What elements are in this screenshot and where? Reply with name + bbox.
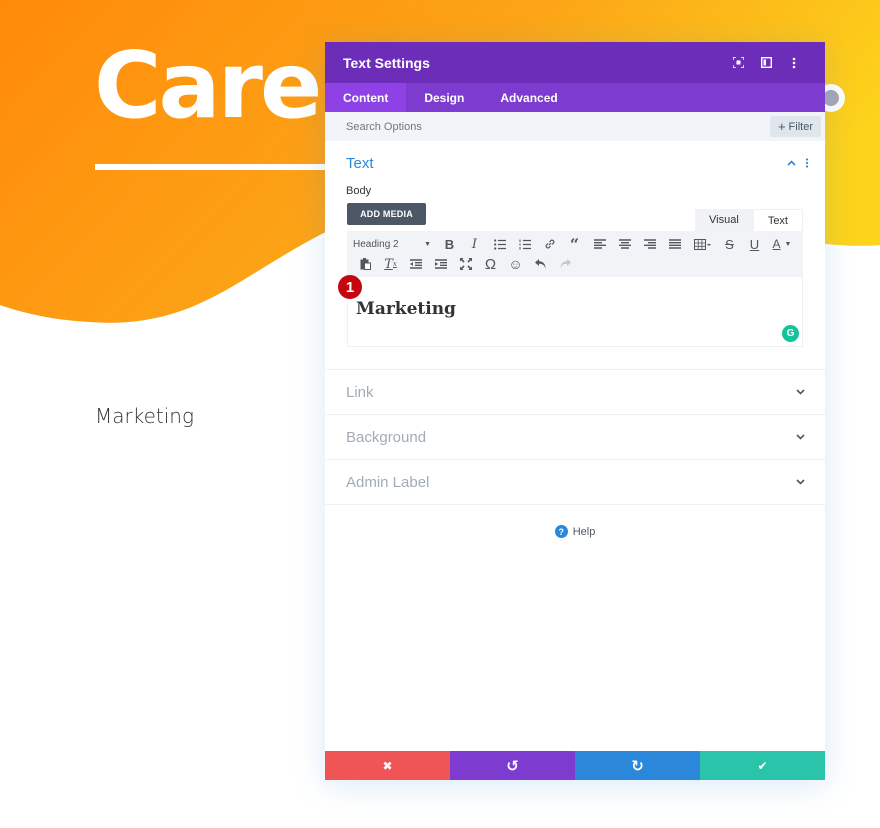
- underline-icon[interactable]: U: [742, 234, 767, 254]
- text-section: Text Body ADD MEDIA Visual Text Heading …: [325, 141, 825, 370]
- editor-toolbar: Heading 2 ▼ B I “ S U A ▼ T x Ω ☺: [347, 231, 803, 277]
- editor-mode-tabs: Visual Text: [695, 209, 803, 231]
- align-justify-icon[interactable]: [662, 234, 687, 254]
- toggle-icon: [823, 90, 839, 106]
- page-canvas: Care Marketing Text Settings Content Des…: [0, 0, 880, 828]
- redo-icon[interactable]: [553, 254, 578, 274]
- link-section[interactable]: Link: [325, 370, 825, 415]
- text-color-icon[interactable]: A ▼: [767, 234, 797, 254]
- undo-arrow-icon: ↺: [506, 757, 519, 775]
- hero-divider: [95, 164, 335, 170]
- admin-label-section[interactable]: Admin Label: [325, 460, 825, 505]
- chevron-down-icon: [796, 479, 805, 485]
- link-section-title: Link: [346, 383, 374, 401]
- format-select-value: Heading 2: [353, 238, 399, 250]
- align-left-icon[interactable]: [587, 234, 612, 254]
- cancel-button[interactable]: ✖: [325, 751, 450, 780]
- grammarly-icon[interactable]: G: [782, 325, 799, 342]
- italic-icon[interactable]: I: [462, 234, 487, 254]
- sidebar-layout-icon[interactable]: [753, 53, 779, 73]
- paste-text-icon[interactable]: [353, 254, 378, 274]
- special-character-icon[interactable]: Ω: [478, 254, 503, 274]
- strikethrough-icon[interactable]: S: [717, 234, 742, 254]
- search-options-input[interactable]: [346, 120, 770, 133]
- plus-icon: +: [777, 119, 786, 134]
- tab-advanced[interactable]: Advanced: [482, 83, 575, 112]
- tab-design[interactable]: Design: [406, 83, 482, 112]
- align-right-icon[interactable]: [637, 234, 662, 254]
- add-media-button[interactable]: ADD MEDIA: [347, 203, 426, 225]
- admin-label-section-title: Admin Label: [346, 473, 430, 491]
- table-icon[interactable]: [687, 234, 717, 254]
- indent-icon[interactable]: [428, 254, 453, 274]
- clear-formatting-icon[interactable]: Tx: [378, 254, 403, 274]
- blockquote-icon[interactable]: “: [562, 234, 587, 254]
- tab-content[interactable]: Content: [325, 83, 407, 112]
- editor-area[interactable]: 1 Marketing G: [338, 275, 803, 347]
- modal-tabs: Content Design Advanced: [325, 83, 825, 112]
- search-row: + Filter: [325, 112, 825, 141]
- editor-content[interactable]: Marketing: [356, 299, 456, 319]
- background-section[interactable]: Background: [325, 415, 825, 460]
- filter-label: Filter: [788, 120, 813, 133]
- page-marketing-text: Marketing: [95, 404, 194, 428]
- save-button[interactable]: ✔: [700, 751, 825, 780]
- modal-title: Text Settings: [343, 54, 430, 71]
- background-section-title: Background: [346, 428, 427, 446]
- text-settings-modal: Text Settings Content Design Advanced + …: [325, 42, 825, 780]
- format-select[interactable]: Heading 2 ▼: [353, 239, 437, 250]
- modal-header: Text Settings: [325, 42, 825, 83]
- hero-title: Care: [94, 32, 322, 139]
- step-badge: 1: [338, 275, 362, 299]
- expand-icon[interactable]: [725, 53, 751, 73]
- align-center-icon[interactable]: [612, 234, 637, 254]
- bold-icon[interactable]: B: [437, 234, 462, 254]
- chevron-down-icon: [796, 389, 805, 395]
- undo-button[interactable]: ↺: [450, 751, 575, 780]
- redo-arrow-icon: ↻: [631, 757, 644, 775]
- caret-down-icon: ▼: [424, 240, 431, 248]
- help-icon: ?: [554, 525, 568, 538]
- undo-icon[interactable]: [528, 254, 553, 274]
- bullet-list-icon[interactable]: [487, 234, 512, 254]
- text-section-title: Text: [346, 154, 374, 172]
- redo-button[interactable]: ↻: [575, 751, 700, 780]
- chevron-down-icon: [796, 434, 805, 440]
- text-section-header[interactable]: Text: [325, 141, 825, 185]
- help-label: Help: [572, 525, 596, 538]
- editor-top-bar: ADD MEDIA Visual Text: [347, 203, 803, 231]
- filter-button[interactable]: + Filter: [769, 116, 821, 137]
- text-tab[interactable]: Text: [752, 209, 803, 231]
- section-more-icon[interactable]: [799, 155, 815, 171]
- close-icon: ✖: [382, 758, 393, 773]
- chevron-up-icon[interactable]: [783, 155, 799, 171]
- numbered-list-icon[interactable]: [512, 234, 537, 254]
- link-icon[interactable]: [537, 234, 562, 254]
- visual-tab[interactable]: Visual: [695, 209, 753, 231]
- emoji-icon[interactable]: ☺: [503, 254, 528, 274]
- more-vertical-icon[interactable]: [781, 53, 807, 73]
- fullscreen-icon[interactable]: [453, 254, 478, 274]
- body-label: Body: [346, 185, 372, 197]
- outdent-icon[interactable]: [403, 254, 428, 274]
- modal-footer: ✖ ↺ ↻ ✔: [325, 751, 825, 780]
- check-icon: ✔: [757, 758, 768, 773]
- help-link[interactable]: ? Help: [325, 525, 825, 538]
